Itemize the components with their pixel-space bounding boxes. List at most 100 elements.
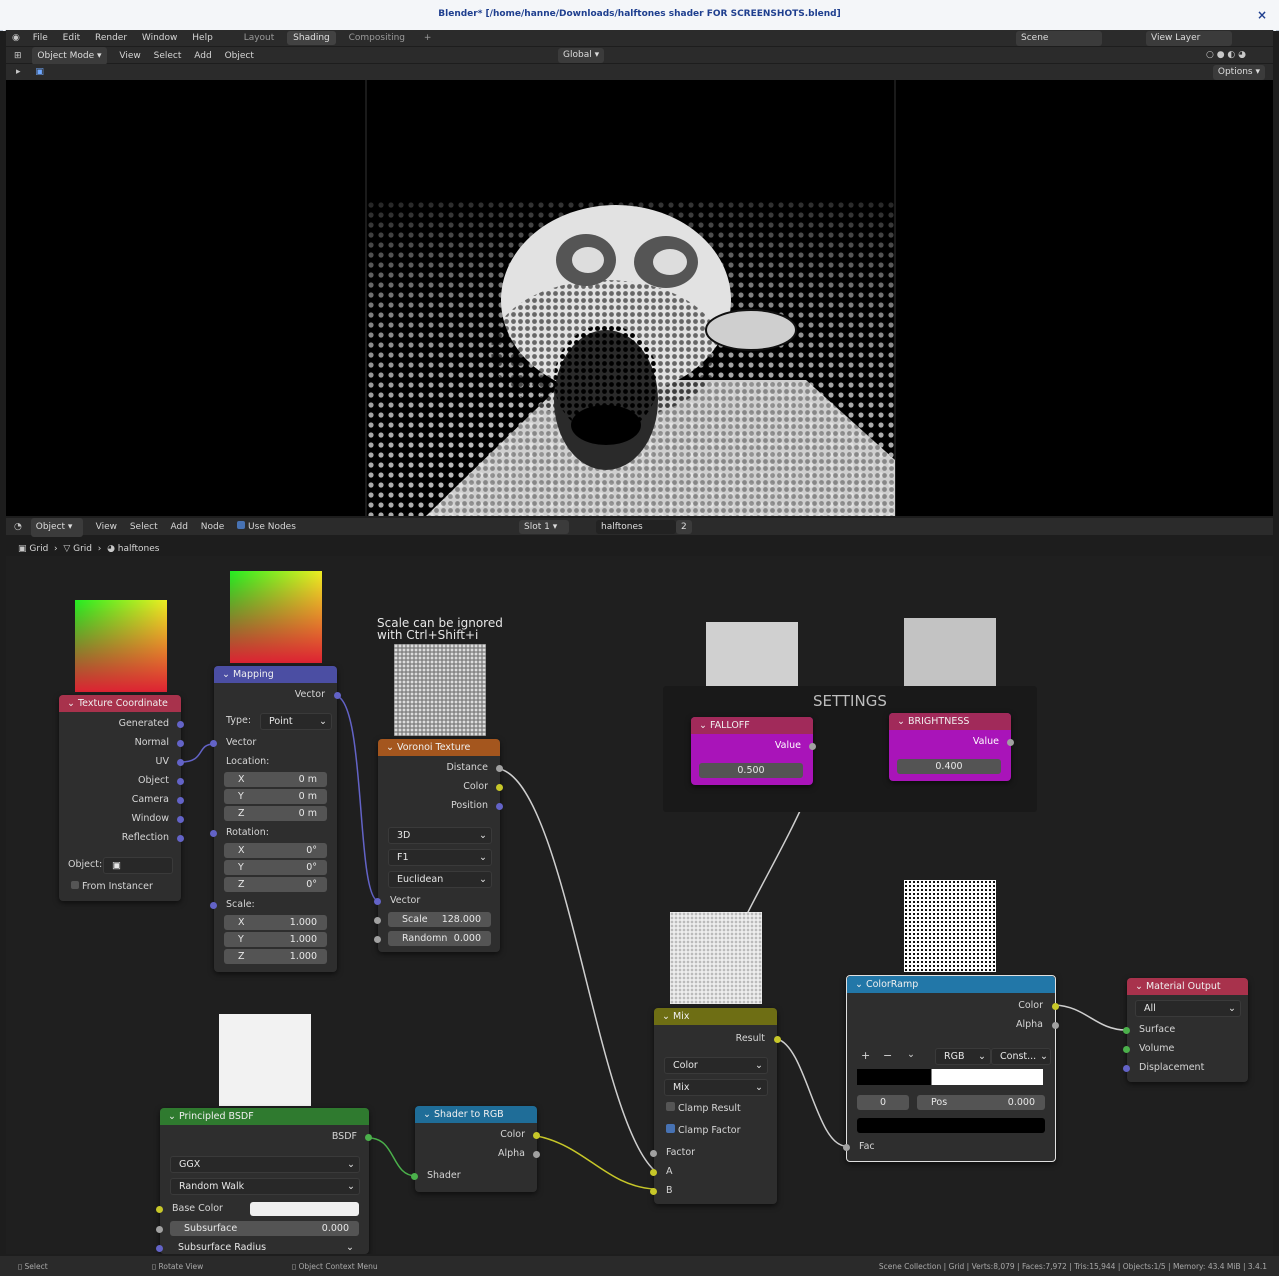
node-header[interactable]: ⌄ ColorRamp — [847, 976, 1055, 993]
socket[interactable] — [1123, 1046, 1130, 1053]
slot-dropdown[interactable]: Slot 1 ▾ — [519, 520, 569, 534]
material-selector[interactable]: halftones — [596, 520, 676, 534]
socket[interactable] — [365, 1134, 372, 1141]
object-menu[interactable]: Object — [225, 51, 254, 61]
location-z-field[interactable]: Z0 m — [224, 806, 327, 821]
socket[interactable] — [843, 1144, 850, 1151]
falloff-value-field[interactable]: 0.500 — [699, 763, 803, 778]
socket[interactable] — [533, 1151, 540, 1158]
node-view-menu[interactable]: View — [96, 522, 117, 532]
node-header[interactable]: ⌄ Mix — [654, 1008, 777, 1025]
socket[interactable] — [650, 1188, 657, 1195]
shader-to-rgb-node[interactable]: ⌄ Shader to RGB Color Alpha Shader — [411, 1106, 540, 1192]
texture-coordinate-node[interactable]: ⌄ Texture Coordinate Generated Normal UV… — [59, 695, 184, 901]
add-stop-button[interactable]: + — [861, 1049, 870, 1062]
scale-z-field[interactable]: Z 1.000 — [224, 949, 327, 964]
node-header[interactable]: ⌄ Material Output — [1127, 978, 1248, 995]
node-header[interactable]: ⌄ FALLOFF — [691, 717, 813, 734]
socket[interactable] — [496, 784, 503, 791]
view-menu[interactable]: View — [119, 51, 140, 61]
stop-index-field[interactable]: 0 — [857, 1095, 909, 1110]
socket[interactable] — [374, 917, 381, 924]
socket[interactable] — [177, 816, 184, 823]
node-editor-canvas[interactable]: Scale can be ignored with Ctrl+Shift+i S… — [6, 556, 1273, 1254]
view-layer-selector[interactable]: View Layer — [1146, 31, 1232, 46]
editor-type-icon[interactable]: ◔ — [14, 519, 22, 536]
socket[interactable] — [496, 765, 503, 772]
object-mode-dropdown[interactable]: Object Mode ▾ — [32, 47, 107, 65]
add-workspace-button[interactable]: + — [418, 31, 438, 45]
socket[interactable] — [1007, 739, 1014, 746]
mapping-node[interactable]: ⌄ Mapping Vector Type: Point ⌄ Vector Loc… — [210, 666, 341, 972]
tab-shading[interactable]: Shading — [287, 31, 336, 45]
clamp-factor-checkbox[interactable]: Clamp Factor — [654, 1123, 777, 1139]
material-users-count[interactable]: 2 — [676, 520, 692, 534]
target-dropdown[interactable]: All ⌄ — [1135, 1000, 1241, 1017]
select-menu[interactable]: Select — [154, 51, 182, 61]
socket[interactable] — [210, 902, 217, 909]
socket[interactable] — [177, 797, 184, 804]
from-instancer-checkbox[interactable]: From Instancer — [59, 879, 181, 895]
editor-type-icon[interactable]: ⊞ — [14, 48, 22, 64]
menu-file[interactable]: File — [33, 33, 48, 43]
socket[interactable] — [650, 1169, 657, 1176]
metric-dropdown[interactable]: Euclidean ⌄ — [388, 871, 492, 888]
interpolation-dropdown[interactable]: Const... ⌄ — [991, 1048, 1051, 1065]
socket[interactable] — [1052, 1022, 1059, 1029]
node-node-menu[interactable]: Node — [201, 522, 225, 532]
socket[interactable] — [411, 1173, 418, 1180]
toolbar-toggle-icon[interactable]: ▸ — [16, 64, 21, 80]
rotation-z-field[interactable]: Z 0° — [224, 877, 327, 892]
socket[interactable] — [177, 778, 184, 785]
principled-bsdf-node[interactable]: ⌄ Principled BSDF BSDF GGX ⌄ Random Walk ⌄… — [156, 1108, 372, 1254]
menu-help[interactable]: Help — [192, 33, 213, 43]
add-menu[interactable]: Add — [194, 51, 211, 61]
stop-color-swatch[interactable] — [857, 1118, 1045, 1133]
transform-orientation-dropdown[interactable]: Global ▾ — [558, 48, 605, 63]
socket[interactable] — [1123, 1065, 1130, 1072]
options-dropdown[interactable]: Options ▾ — [1212, 65, 1265, 80]
tab-layout[interactable]: Layout — [238, 31, 281, 45]
node-add-menu[interactable]: Add — [170, 522, 187, 532]
socket[interactable] — [1052, 1003, 1059, 1010]
socket[interactable] — [496, 803, 503, 810]
socket[interactable] — [156, 1206, 163, 1213]
menu-render[interactable]: Render — [95, 33, 127, 43]
scale-field[interactable]: Scale 128.000 — [388, 912, 491, 927]
node-header[interactable]: ⌄ Voronoi Texture — [378, 739, 500, 756]
stop-position-field[interactable]: Pos 0.000 — [917, 1095, 1045, 1110]
node-select-menu[interactable]: Select — [130, 522, 158, 532]
falloff-value-node[interactable]: ⌄ FALLOFF Value 0.500 — [691, 717, 816, 785]
material-output-node[interactable]: ⌄ Material Output All ⌄ Surface Volume Di… — [1123, 978, 1248, 1082]
type-dropdown[interactable]: Point ⌄ — [260, 713, 332, 730]
rotation-y-field[interactable]: Y 0° — [224, 860, 327, 875]
clamp-result-checkbox[interactable]: Clamp Result — [654, 1101, 777, 1117]
socket[interactable] — [156, 1245, 163, 1252]
socket[interactable] — [774, 1036, 781, 1043]
object-field[interactable]: ▣ — [103, 857, 173, 874]
socket[interactable] — [1123, 1027, 1130, 1034]
randomness-field[interactable]: Randomn 0.000 — [388, 931, 491, 946]
socket[interactable] — [177, 721, 184, 728]
socket[interactable] — [374, 898, 381, 905]
socket[interactable] — [650, 1150, 657, 1157]
node-header[interactable]: ⌄ BRIGHTNESS — [889, 713, 1011, 730]
tab-compositing[interactable]: Compositing — [343, 31, 411, 45]
socket[interactable] — [210, 740, 217, 747]
3d-viewport[interactable] — [6, 80, 1273, 516]
color-ramp-gradient[interactable] — [857, 1069, 1043, 1085]
brightness-value-node[interactable]: ⌄ BRIGHTNESS Value 0.400 — [889, 713, 1014, 781]
distribution-dropdown[interactable]: GGX ⌄ — [170, 1156, 360, 1173]
socket[interactable] — [177, 740, 184, 747]
scale-x-field[interactable]: X 1.000 — [224, 915, 327, 930]
scene-selector[interactable]: Scene — [1016, 31, 1102, 46]
colorramp-node[interactable]: ⌄ ColorRamp Color Alpha + − ⌄ RGB ⌄ Const… — [843, 975, 1059, 1162]
node-header[interactable]: ⌄ Shader to RGB — [415, 1106, 537, 1123]
menu-edit[interactable]: Edit — [63, 33, 80, 43]
node-header[interactable]: ⌄ Mapping — [214, 666, 337, 683]
remove-stop-button[interactable]: − — [883, 1049, 892, 1062]
brightness-value-field[interactable]: 0.400 — [897, 759, 1001, 774]
node-header[interactable]: ⌄ Texture Coordinate — [59, 695, 181, 712]
mix-node[interactable]: ⌄ Mix Result Color ⌄ Mix ⌄ Clamp Result Cl… — [650, 1008, 781, 1204]
scale-y-field[interactable]: Y 1.000 — [224, 932, 327, 947]
